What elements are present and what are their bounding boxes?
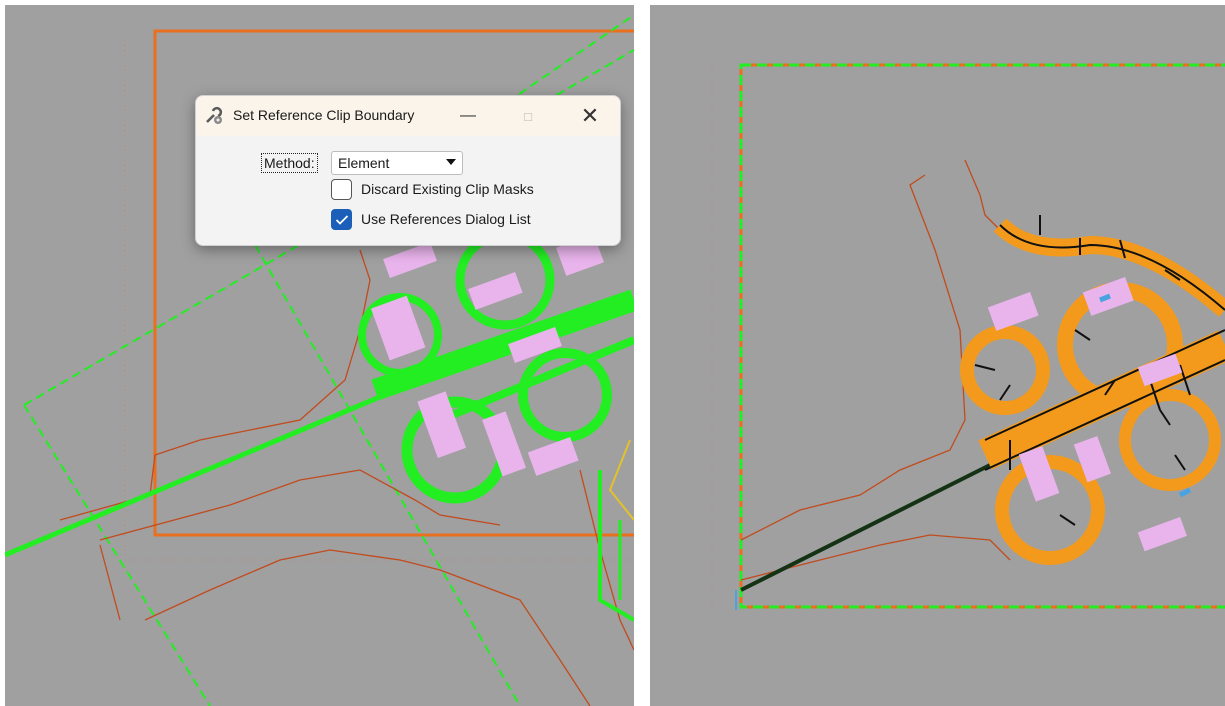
checkmark-icon — [335, 215, 349, 225]
maximize-button[interactable]: □ — [506, 96, 550, 136]
right-view[interactable] — [650, 5, 1225, 706]
set-reference-clip-boundary-dialog: Set Reference Clip Boundary — □ ✕ Method… — [195, 95, 621, 246]
wrench-gear-icon — [206, 106, 223, 124]
method-dropdown[interactable]: Element — [331, 151, 463, 175]
discard-clip-masks-label[interactable]: Discard Existing Clip Masks — [361, 181, 534, 197]
dialog-titlebar[interactable]: Set Reference Clip Boundary — □ ✕ — [196, 96, 620, 136]
minimize-button[interactable]: — — [446, 96, 490, 136]
close-button[interactable]: ✕ — [568, 96, 612, 136]
dialog-title: Set Reference Clip Boundary — [233, 107, 415, 123]
method-label: Method: — [261, 153, 318, 173]
use-references-list-checkbox[interactable] — [331, 209, 352, 230]
use-references-list-label[interactable]: Use References Dialog List — [361, 211, 531, 227]
dropdown-arrow-icon — [446, 159, 456, 165]
method-value: Element — [338, 155, 390, 171]
discard-clip-masks-checkbox[interactable] — [331, 179, 352, 200]
